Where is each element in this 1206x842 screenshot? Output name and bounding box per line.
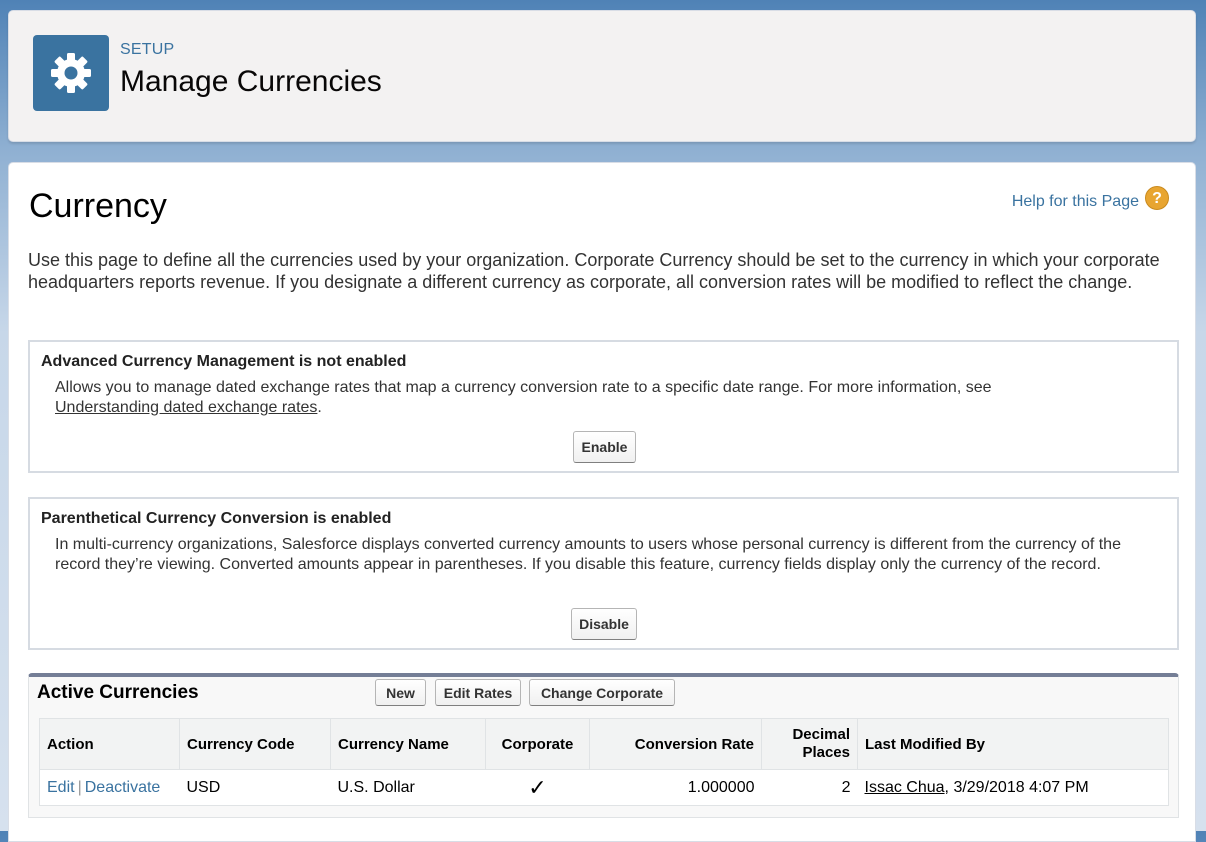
edit-link[interactable]: Edit (47, 779, 75, 796)
column-decimal-places: Decimal Places (761, 718, 858, 770)
column-currency-name: Currency Name (330, 718, 486, 770)
table-row: Edit | Deactivate USD U.S. Dollar ✓ 1.0000… (40, 770, 1169, 806)
column-decimal-line2: Places (802, 744, 850, 761)
parenthetical-conversion-title: Parenthetical Currency Conversion is ena… (41, 510, 392, 527)
advanced-currency-title: Advanced Currency Management is not enab… (41, 353, 407, 370)
setup-header: SETUP Manage Currencies (8, 10, 1196, 142)
cell-currency-code: USD (186, 778, 221, 796)
cell-currency-name: U.S. Dollar (337, 778, 415, 796)
help-icon[interactable]: ? (1145, 186, 1169, 210)
change-corporate-button[interactable]: Change Corporate (529, 679, 675, 706)
cell-decimal-places: 2 (841, 778, 851, 796)
deactivate-link[interactable]: Deactivate (85, 779, 161, 796)
parenthetical-conversion-box: Parenthetical Currency Conversion is ena… (28, 497, 1179, 650)
cell-action: Edit | Deactivate (40, 770, 180, 806)
column-action: Action (39, 718, 180, 770)
advanced-currency-desc: Allows you to manage dated exchange rate… (55, 378, 1167, 418)
column-currency-code: Currency Code (179, 718, 331, 770)
modified-date: , 3/29/2018 4:07 PM (944, 778, 1089, 796)
intro-text: Use this page to define all the currenci… (28, 250, 1160, 292)
setup-eyebrow: SETUP (120, 41, 175, 58)
action-separator: | (77, 778, 82, 796)
advanced-currency-desc-text: Allows you to manage dated exchange rate… (55, 379, 992, 396)
new-currency-button[interactable]: New (375, 679, 426, 706)
setup-icon-tile (33, 35, 109, 111)
page-header-title: Manage Currencies (120, 65, 382, 98)
desc-period: . (317, 399, 322, 416)
currency-card: Currency Help for this Page ? Use this p… (8, 162, 1196, 842)
column-corporate: Corporate (485, 718, 590, 770)
parenthetical-conversion-desc: In multi-currency organizations, Salesfo… (55, 536, 1121, 573)
currencies-table: Action Currency Code Currency Name Corpo… (39, 718, 1169, 806)
active-currencies-list: Active Currencies New Edit Rates Change … (28, 673, 1179, 818)
table-header-row: Action Currency Code Currency Name Corpo… (39, 718, 1169, 770)
edit-rates-button[interactable]: Edit Rates (435, 679, 521, 706)
enable-button[interactable]: Enable (573, 431, 636, 463)
cell-conversion-rate: 1.000000 (687, 778, 755, 796)
modified-by-user-link[interactable]: Issac Chua (865, 779, 945, 796)
checkmark-icon: ✓ (528, 774, 547, 800)
gear-icon (51, 53, 91, 93)
column-conversion-rate: Conversion Rate (589, 718, 762, 770)
column-last-modified: Last Modified By (857, 718, 1169, 770)
advanced-currency-box: Advanced Currency Management is not enab… (28, 340, 1179, 473)
dated-exchange-rates-link[interactable]: Understanding dated exchange rates (55, 399, 317, 416)
page-title: Currency (29, 187, 167, 225)
cell-last-modified: Issac Chua, 3/29/2018 4:07 PM (858, 770, 1169, 806)
column-decimal-line1: Decimal (792, 726, 850, 743)
disable-button[interactable]: Disable (571, 608, 637, 640)
help-for-page-link[interactable]: Help for this Page (1012, 193, 1139, 211)
active-currencies-title: Active Currencies (37, 682, 199, 703)
